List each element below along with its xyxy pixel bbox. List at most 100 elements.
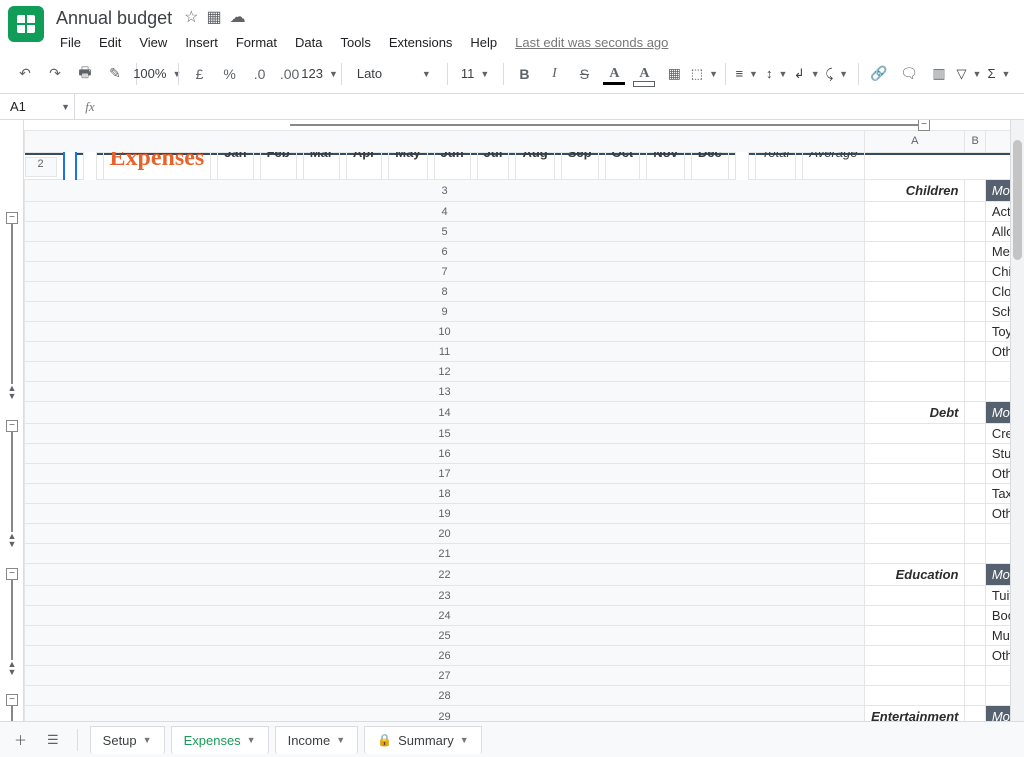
row-header-11[interactable]: 11 <box>25 342 865 362</box>
font-select[interactable]: Lato▼ <box>349 61 439 87</box>
row-header-26[interactable]: 26 <box>25 646 865 666</box>
row-header-29[interactable]: 29 <box>25 706 865 722</box>
fill-color-button[interactable]: A <box>631 61 657 87</box>
section-education[interactable]: Education <box>865 564 965 586</box>
sheet-tab-label: Setup <box>103 733 137 748</box>
row-header-19[interactable]: 19 <box>25 504 865 524</box>
star-icon[interactable]: ☆ <box>182 8 200 28</box>
sheet-tab-summary[interactable]: 🔒 Summary ▼ <box>364 726 482 754</box>
col-header-B[interactable]: B <box>965 130 985 152</box>
row-header-24[interactable]: 24 <box>25 606 865 626</box>
percent-button[interactable]: % <box>217 61 243 87</box>
separator <box>77 729 78 751</box>
chevron-down-icon[interactable]: ▼ <box>336 735 345 745</box>
decrease-decimal-button[interactable]: .0 <box>247 61 273 87</box>
row-header-27[interactable]: 27 <box>25 666 865 686</box>
link-button[interactable]: 🔗 <box>866 61 892 87</box>
h-align-button[interactable]: ≡▼ <box>734 61 760 87</box>
add-sheet-button[interactable]: ＋ <box>8 724 33 755</box>
row-header-4[interactable]: 4 <box>25 202 865 222</box>
menu-file[interactable]: File <box>52 33 89 52</box>
zoom-select[interactable]: 100%▼ <box>144 61 170 87</box>
row-header-17[interactable]: 17 <box>25 464 865 484</box>
undo-button[interactable]: ↶ <box>12 61 38 87</box>
menu-format[interactable]: Format <box>228 33 285 52</box>
menu-tools[interactable]: Tools <box>332 33 378 52</box>
app-logo[interactable] <box>8 6 44 42</box>
all-sheets-button[interactable]: ☰ <box>41 726 65 754</box>
filter-button[interactable]: ▽▼ <box>956 61 982 87</box>
chevron-down-icon[interactable]: ▼ <box>143 735 152 745</box>
row-header-2[interactable]: 2 <box>25 157 57 177</box>
spreadsheet-grid[interactable]: ABCDEFGHIJKLMNOPQR2ExpensesJanFebMarAprM… <box>24 120 1024 721</box>
row-header-15[interactable]: 15 <box>25 424 865 444</box>
row-header-5[interactable]: 5 <box>25 222 865 242</box>
cloud-icon[interactable]: ☁ <box>228 8 248 28</box>
increase-decimal-button[interactable]: .00 <box>277 61 303 87</box>
sheet-tab-setup[interactable]: Setup ▼ <box>90 726 165 754</box>
rotate-button[interactable]: ⤹▼ <box>824 61 850 87</box>
select-all-corner[interactable] <box>25 130 865 152</box>
row-header-18[interactable]: 18 <box>25 484 865 504</box>
section-children[interactable]: Children <box>865 180 965 202</box>
comment-button[interactable]: 🗨 <box>896 61 922 87</box>
borders-button[interactable]: ▦ <box>661 61 687 87</box>
wrap-button[interactable]: ↲▼ <box>794 61 820 87</box>
bold-button[interactable]: B <box>511 61 537 87</box>
menu-help[interactable]: Help <box>462 33 505 52</box>
row-header-7[interactable]: 7 <box>25 262 865 282</box>
sheet-tab-expenses[interactable]: Expenses ▼ <box>171 726 269 754</box>
currency-button[interactable]: £ <box>187 61 213 87</box>
redo-button[interactable]: ↷ <box>42 61 68 87</box>
row-header-22[interactable]: 22 <box>25 564 865 586</box>
sheet-tab-label: Summary <box>398 733 454 748</box>
menu-edit[interactable]: Edit <box>91 33 129 52</box>
row-header-10[interactable]: 10 <box>25 322 865 342</box>
lock-icon: 🔒 <box>377 733 392 747</box>
sheet-tab-label: Expenses <box>184 733 241 748</box>
italic-button[interactable]: I <box>541 61 567 87</box>
row-header-16[interactable]: 16 <box>25 444 865 464</box>
chart-button[interactable]: ▥ <box>926 61 952 87</box>
row-header-23[interactable]: 23 <box>25 586 865 606</box>
menu-insert[interactable]: Insert <box>177 33 226 52</box>
text-color-button[interactable]: A <box>601 61 627 87</box>
column-group-indicator[interactable]: − <box>290 122 924 128</box>
row-header-13[interactable]: 13 <box>25 382 865 402</box>
vertical-scrollbar[interactable] <box>1010 120 1024 721</box>
print-button[interactable]: 🖶 <box>72 61 98 87</box>
row-header-28[interactable]: 28 <box>25 686 865 706</box>
row-header-6[interactable]: 6 <box>25 242 865 262</box>
menu-extensions[interactable]: Extensions <box>381 33 461 52</box>
font-size-select[interactable]: 11▼ <box>455 61 495 87</box>
chevron-down-icon[interactable]: ▼ <box>247 735 256 745</box>
row-header-3[interactable]: 3 <box>25 180 865 202</box>
row-header-12[interactable]: 12 <box>25 362 865 382</box>
number-format-select[interactable]: 123▼ <box>307 61 333 87</box>
row-header-14[interactable]: 14 <box>25 402 865 424</box>
section-entertainment[interactable]: Entertainment <box>865 706 965 722</box>
move-icon[interactable]: ▦ <box>204 8 223 28</box>
strikethrough-button[interactable]: S <box>571 61 597 87</box>
doc-title[interactable]: Annual budget <box>52 8 176 29</box>
functions-button[interactable]: Σ▼ <box>986 61 1012 87</box>
chevron-down-icon[interactable]: ▼ <box>460 735 469 745</box>
name-box[interactable]: A1▼ <box>0 94 75 119</box>
toolbar: ↶ ↷ 🖶 ✎ 100%▼ £ % .0 .00 123▼ Lato▼ 11▼ … <box>0 54 1024 94</box>
paint-format-button[interactable]: ✎ <box>102 61 128 87</box>
last-edit-link[interactable]: Last edit was seconds ago <box>515 35 668 50</box>
section-debt[interactable]: Debt <box>865 402 965 424</box>
row-header-9[interactable]: 9 <box>25 302 865 322</box>
row-header-25[interactable]: 25 <box>25 626 865 646</box>
v-align-button[interactable]: ↕▼ <box>764 61 790 87</box>
menu-view[interactable]: View <box>131 33 175 52</box>
merge-button[interactable]: ⬚▼ <box>691 61 717 87</box>
row-header-20[interactable]: 20 <box>25 524 865 544</box>
row-header-21[interactable]: 21 <box>25 544 865 564</box>
sheet-tab-income[interactable]: Income▼ <box>275 726 359 754</box>
menu-data[interactable]: Data <box>287 33 330 52</box>
col-header-A[interactable]: A <box>865 130 965 152</box>
fx-icon: fx <box>75 99 105 115</box>
row-header-8[interactable]: 8 <box>25 282 865 302</box>
row-outline-gutter[interactable]: −▲▼−▲▼−▲▼−▲▼ <box>0 120 24 721</box>
